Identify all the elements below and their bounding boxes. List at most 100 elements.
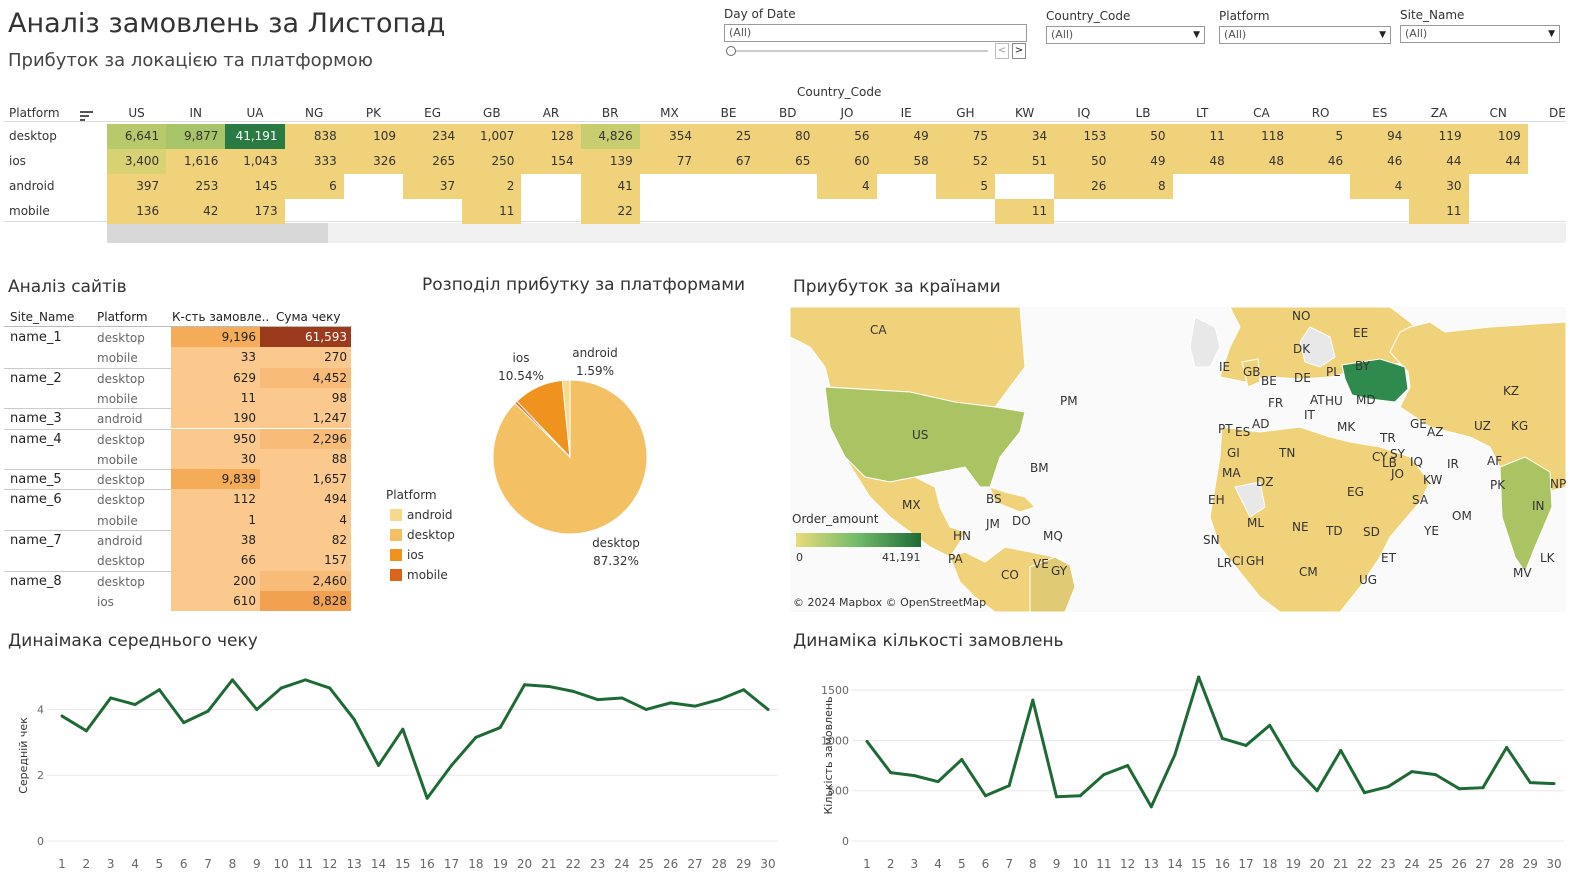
map-country-label[interactable]: CI: [1232, 554, 1244, 568]
sort-icon[interactable]: [80, 106, 93, 125]
map-country-label[interactable]: DZ: [1256, 475, 1273, 489]
map-country-label[interactable]: EE: [1353, 326, 1368, 340]
crosstab-cell[interactable]: 75: [935, 124, 995, 149]
country-map[interactable]: CA US MX BM PM BS DO JM HN PA MQ CO VE GY NO EE DK IE GB PL…: [790, 307, 1566, 612]
map-country-label[interactable]: LK: [1540, 551, 1555, 565]
crosstab-cell[interactable]: 234: [403, 124, 463, 149]
crosstab-cell[interactable]: [995, 174, 1054, 199]
order-count-cell[interactable]: 629: [171, 367, 260, 388]
data-point[interactable]: [450, 763, 454, 767]
crosstab-cell[interactable]: 3,400: [107, 149, 167, 174]
data-point[interactable]: [620, 696, 624, 700]
crosstab-cell[interactable]: 46: [1291, 149, 1351, 174]
crosstab-cell[interactable]: 5: [1291, 124, 1351, 149]
check-sum-cell[interactable]: 2,296: [260, 428, 351, 449]
crosstab-cell[interactable]: 333: [284, 149, 344, 174]
map-country-label[interactable]: ML: [1247, 516, 1264, 530]
data-point[interactable]: [1410, 770, 1414, 774]
map-country-label[interactable]: BE: [1261, 374, 1277, 388]
map-country-label[interactable]: DO: [1012, 514, 1031, 528]
data-point[interactable]: [109, 696, 113, 700]
data-point[interactable]: [1315, 789, 1319, 793]
crosstab-cell[interactable]: 139: [580, 149, 640, 174]
crosstab-cell[interactable]: 1,007: [462, 124, 522, 149]
crosstab-cell[interactable]: 65: [758, 149, 818, 174]
data-point[interactable]: [1102, 773, 1106, 777]
crosstab-cell[interactable]: [521, 199, 580, 224]
map-country-label[interactable]: IQ: [1410, 455, 1423, 469]
map-country-label[interactable]: SD: [1363, 525, 1380, 539]
data-point[interactable]: [889, 771, 893, 775]
map-country-label[interactable]: IR: [1447, 457, 1459, 471]
crosstab-cell[interactable]: 8: [1113, 174, 1173, 199]
slider-prev-icon[interactable]: <: [995, 43, 1009, 59]
data-point[interactable]: [84, 729, 88, 733]
map-country-label[interactable]: VE: [1033, 557, 1049, 571]
map-country-label[interactable]: UZ: [1474, 419, 1491, 433]
crosstab-cell[interactable]: 37: [403, 174, 463, 199]
crosstab-cell[interactable]: 48: [1231, 149, 1291, 174]
crosstab-cell[interactable]: [1291, 199, 1350, 224]
map-country-label[interactable]: LR: [1217, 556, 1232, 570]
scrollbar-thumb[interactable]: [107, 223, 328, 243]
crosstab-cell[interactable]: [758, 174, 817, 199]
map-country-label[interactable]: TR: [1380, 431, 1396, 445]
crosstab-cell[interactable]: 48: [1172, 149, 1232, 174]
map-country-label[interactable]: BM: [1030, 461, 1049, 475]
order-count-cell[interactable]: 11: [171, 387, 260, 409]
map-country-label[interactable]: TN: [1279, 446, 1295, 460]
crosstab-cell[interactable]: 80: [758, 124, 818, 149]
map-country-label[interactable]: MK: [1337, 420, 1355, 434]
series-line[interactable]: [865, 675, 1555, 809]
crosstab-cell[interactable]: 838: [284, 124, 344, 149]
crosstab-cell[interactable]: [1469, 199, 1528, 224]
data-point[interactable]: [1244, 743, 1248, 747]
day-filter-input[interactable]: (All): [724, 24, 1027, 42]
order-count-cell[interactable]: 30: [171, 448, 260, 470]
crosstab-cell[interactable]: 41: [580, 174, 640, 199]
data-point[interactable]: [983, 794, 987, 798]
map-country-label[interactable]: KG: [1511, 419, 1528, 433]
crosstab-cell[interactable]: 109: [1468, 124, 1528, 149]
map-country-label[interactable]: KW: [1423, 473, 1442, 487]
data-point[interactable]: [1055, 795, 1059, 799]
map-country-label[interactable]: GY: [1051, 564, 1067, 578]
order-count-cell[interactable]: 38: [171, 530, 260, 551]
map-country-label[interactable]: CA: [870, 323, 887, 337]
crosstab-cell[interactable]: 397: [107, 174, 167, 199]
map-country-label[interactable]: NE: [1292, 520, 1309, 534]
crosstab-cell[interactable]: 52: [935, 149, 995, 174]
data-point[interactable]: [596, 698, 600, 702]
check-sum-cell[interactable]: 1,247: [260, 408, 351, 429]
platform-filter-dropdown[interactable]: (All) ▼: [1219, 26, 1391, 44]
map-country-label[interactable]: US: [912, 428, 928, 442]
map-country-label[interactable]: KZ: [1503, 384, 1519, 398]
map-country-label[interactable]: GB: [1243, 365, 1261, 379]
map-country-label[interactable]: AT: [1310, 393, 1325, 407]
crosstab-cell[interactable]: 1,043: [225, 149, 285, 174]
order-count-cell[interactable]: 1: [171, 509, 260, 530]
legend-label[interactable]: ios: [407, 548, 424, 562]
data-point[interactable]: [1268, 723, 1272, 727]
crosstab-cell[interactable]: 51: [995, 149, 1055, 174]
data-point[interactable]: [1528, 781, 1532, 785]
map-country-label[interactable]: CM: [1299, 565, 1318, 579]
data-point[interactable]: [936, 780, 940, 784]
crosstab-cell[interactable]: [758, 199, 817, 224]
crosstab-cell[interactable]: [877, 174, 936, 199]
data-point[interactable]: [1339, 748, 1343, 752]
data-point[interactable]: [717, 698, 721, 702]
map-country-label[interactable]: MQ: [1043, 529, 1063, 543]
crosstab-cell[interactable]: [285, 199, 344, 224]
data-point[interactable]: [912, 774, 916, 778]
map-country-label[interactable]: HN: [953, 529, 971, 543]
crosstab-cell[interactable]: 46: [1350, 149, 1410, 174]
crosstab-cell[interactable]: 50: [1054, 149, 1114, 174]
crosstab-cell[interactable]: 154: [521, 149, 581, 174]
data-point[interactable]: [1434, 773, 1438, 777]
map-country-label[interactable]: AZ: [1427, 425, 1443, 439]
map-country-label[interactable]: GI: [1227, 446, 1240, 460]
crosstab-cell[interactable]: [1350, 199, 1409, 224]
order-count-cell[interactable]: 610: [171, 590, 260, 612]
data-point[interactable]: [1386, 785, 1390, 789]
